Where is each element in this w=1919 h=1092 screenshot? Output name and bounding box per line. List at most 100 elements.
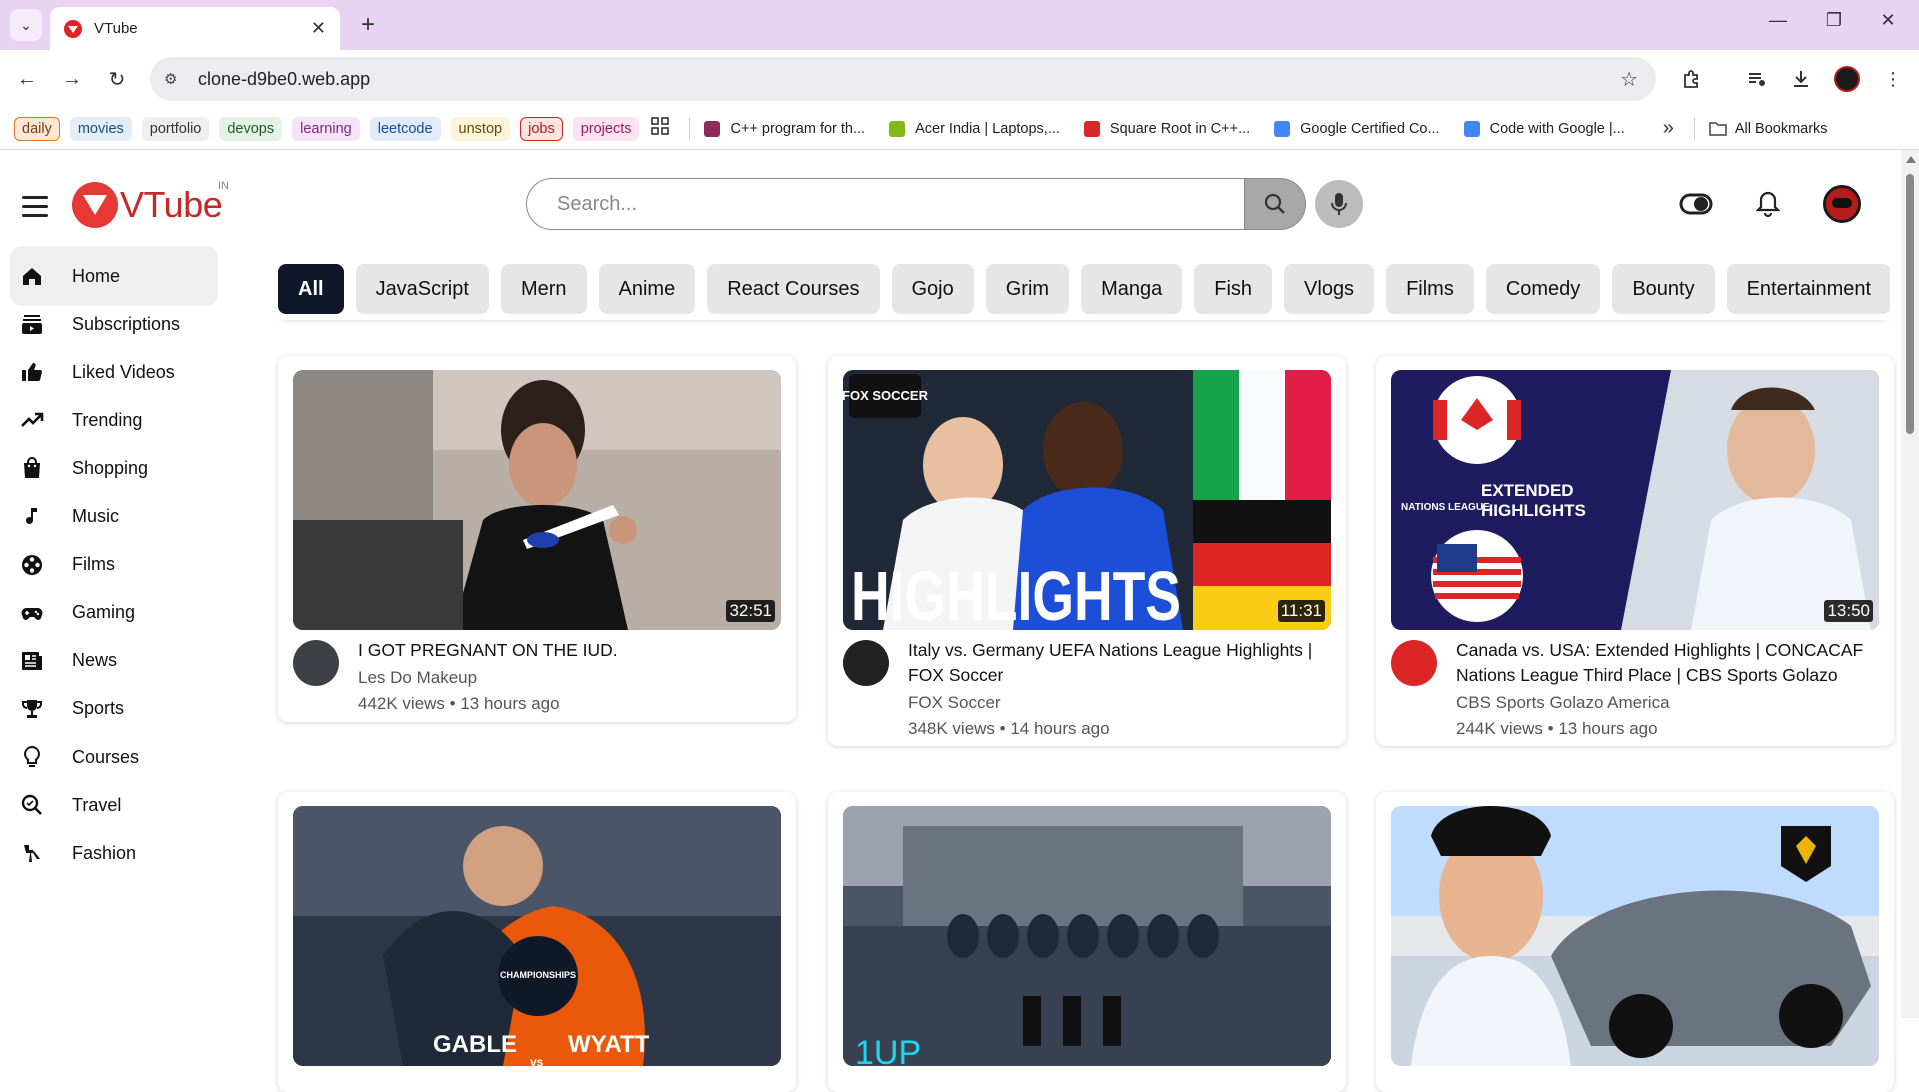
new-tab-button[interactable]: +: [352, 9, 384, 41]
notifications-bell-icon[interactable]: [1748, 184, 1788, 224]
bookmark-folder-chip[interactable]: portfolio: [141, 116, 210, 141]
category-chip-bounty[interactable]: Bounty: [1612, 264, 1715, 314]
user-avatar[interactable]: [1822, 184, 1862, 224]
category-chip-javascript[interactable]: JavaScript: [355, 264, 489, 314]
voice-search-button[interactable]: [1315, 180, 1363, 228]
channel-avatar[interactable]: [1391, 640, 1437, 686]
bookmark-link[interactable]: Square Root in C++...: [1083, 120, 1250, 137]
video-title[interactable]: I GOT PREGNANT ON THE IUD.: [358, 638, 778, 663]
svg-text:EXTENDED: EXTENDED: [1481, 481, 1574, 500]
svg-text:vs: vs: [530, 1055, 544, 1066]
video-thumbnail[interactable]: [1391, 806, 1879, 1066]
vtube-logo[interactable]: VTube IN: [72, 180, 229, 228]
bookmark-folder-chip[interactable]: unstop: [450, 116, 511, 141]
scroll-up-arrow-icon[interactable]: [1906, 156, 1916, 163]
app-header: VTube IN: [0, 150, 1900, 260]
category-chip-gojo[interactable]: Gojo: [891, 264, 974, 314]
video-title[interactable]: Italy vs. Germany UEFA Nations League Hi…: [908, 638, 1328, 688]
folder-icon: [1709, 122, 1727, 136]
category-chip-entertainment[interactable]: Entertainment: [1726, 264, 1890, 314]
country-code: IN: [218, 180, 229, 192]
bookmark-folder-chip[interactable]: leetcode: [369, 116, 441, 141]
apps-grid-icon[interactable]: [651, 117, 670, 140]
category-chip-fish[interactable]: Fish: [1194, 264, 1273, 314]
search-button[interactable]: [1244, 178, 1306, 230]
svg-text:FOX SOCCER: FOX SOCCER: [843, 388, 929, 403]
browser-tab-active[interactable]: VTube ✕: [50, 7, 340, 50]
bookmark-folder-chip[interactable]: learning: [292, 116, 360, 141]
back-button[interactable]: ←: [12, 64, 42, 94]
page-scrollbar[interactable]: [1901, 150, 1919, 1018]
vtube-favicon-icon: [64, 19, 82, 38]
video-thumbnail[interactable]: CHAMPIONSHIPS GABLE WYATT vs: [293, 806, 781, 1066]
bookmark-link[interactable]: Acer India | Laptops,...: [889, 120, 1060, 137]
address-bar[interactable]: ⚙ clone-d9be0.web.app ☆: [150, 57, 1656, 101]
tab-search-menu-button[interactable]: ⌄: [10, 9, 42, 41]
category-chip-comedy[interactable]: Comedy: [1485, 264, 1601, 314]
bookmark-folder-chip[interactable]: jobs: [520, 116, 563, 141]
category-chip-vlogs[interactable]: Vlogs: [1284, 264, 1375, 314]
channel-name[interactable]: CBS Sports Golazo America: [1456, 690, 1876, 715]
extensions-icon[interactable]: [1676, 64, 1706, 94]
video-card[interactable]: 1UP: [828, 792, 1346, 1092]
video-meta: 348K views • 14 hours ago: [908, 719, 1110, 738]
site-info-icon[interactable]: ⚙: [164, 70, 188, 88]
media-controls-icon[interactable]: [1742, 64, 1772, 94]
bookmark-link[interactable]: C++ program for th...: [704, 120, 865, 137]
profile-avatar[interactable]: [1832, 64, 1862, 94]
bookmark-link[interactable]: Google Certified Co...: [1274, 120, 1440, 137]
bookmark-star-icon[interactable]: ☆: [1620, 67, 1638, 92]
category-chip-all[interactable]: All: [278, 264, 344, 314]
all-bookmarks-label: All Bookmarks: [1734, 120, 1828, 137]
category-chip-react-courses[interactable]: React Courses: [707, 264, 880, 314]
video-thumbnail[interactable]: 32:51: [293, 370, 781, 630]
browser-toolbar: ← → ↻ ⚙ clone-d9be0.web.app ☆ ⋮: [0, 50, 1919, 108]
video-card[interactable]: CHAMPIONSHIPS GABLE WYATT vs: [278, 792, 796, 1092]
video-thumbnail[interactable]: EXTENDED HIGHLIGHTS NATIONS LEAGUE 13:50: [1391, 370, 1879, 630]
video-card[interactable]: EXTENDED HIGHLIGHTS NATIONS LEAGUE 13:50 Can…: [1376, 356, 1894, 746]
video-card[interactable]: [1376, 792, 1894, 1092]
bookmark-folder-chip[interactable]: movies: [69, 116, 132, 141]
bookmark-link[interactable]: Code with Google |...: [1463, 120, 1625, 137]
all-bookmarks-button[interactable]: All Bookmarks: [1709, 121, 1828, 137]
video-meta: 244K views • 13 hours ago: [1456, 719, 1658, 738]
category-chip-manga[interactable]: Manga: [1081, 264, 1183, 314]
sidebar-item-label: News: [72, 650, 118, 671]
video-thumbnail[interactable]: 1UP: [843, 806, 1331, 1066]
sidebar-item-fashion[interactable]: Fashion: [10, 823, 218, 883]
hamburger-menu-icon[interactable]: [22, 196, 48, 223]
forward-button[interactable]: →: [57, 64, 87, 94]
browser-menu-icon[interactable]: ⋮: [1878, 64, 1908, 94]
bookmark-folder-chip[interactable]: daily: [14, 116, 60, 141]
bookmark-folder-chip[interactable]: devops: [219, 116, 283, 141]
tab-title: VTube: [94, 20, 138, 37]
channel-name[interactable]: FOX Soccer: [908, 690, 1328, 715]
home-icon: [18, 262, 46, 290]
video-title[interactable]: Canada vs. USA: Extended Highlights | CO…: [1456, 638, 1876, 688]
video-card[interactable]: 32:51 I GOT PREGNANT ON THE IUD. Les Do Ma…: [278, 356, 796, 722]
video-thumbnail[interactable]: FOX SOCCER HIGHLIGHTS 11:31: [843, 370, 1331, 630]
sidebar-item-label: Travel: [72, 794, 122, 815]
close-window-button[interactable]: ✕: [1868, 10, 1908, 31]
bookmark-folder-chip[interactable]: projects: [572, 116, 640, 141]
downloads-icon[interactable]: [1786, 64, 1816, 94]
category-chip-mern[interactable]: Mern: [500, 264, 587, 314]
more-bookmarks-icon[interactable]: »: [1663, 117, 1674, 140]
bookmark-label: Code with Google |...: [1489, 120, 1625, 137]
category-chip-grim[interactable]: Grim: [985, 264, 1070, 314]
minimize-window-button[interactable]: —: [1758, 10, 1798, 31]
scrollbar-thumb[interactable]: [1906, 174, 1914, 434]
tab-close-icon[interactable]: ✕: [311, 18, 326, 39]
reload-button[interactable]: ↻: [102, 64, 132, 94]
video-card[interactable]: FOX SOCCER HIGHLIGHTS 11:31 Italy vs. Germa…: [828, 356, 1346, 746]
channel-name[interactable]: Les Do Makeup: [358, 665, 778, 690]
channel-avatar[interactable]: [843, 640, 889, 686]
restore-window-button[interactable]: ❐: [1814, 10, 1854, 31]
category-chip-films[interactable]: Films: [1386, 264, 1474, 314]
category-chip-anime[interactable]: Anime: [598, 264, 696, 314]
svg-text:WYATT: WYATT: [568, 1031, 650, 1058]
search-input[interactable]: [526, 178, 1244, 230]
channel-avatar[interactable]: [293, 640, 339, 686]
theme-toggle-icon[interactable]: [1676, 184, 1716, 224]
search-icon: [1264, 193, 1285, 214]
